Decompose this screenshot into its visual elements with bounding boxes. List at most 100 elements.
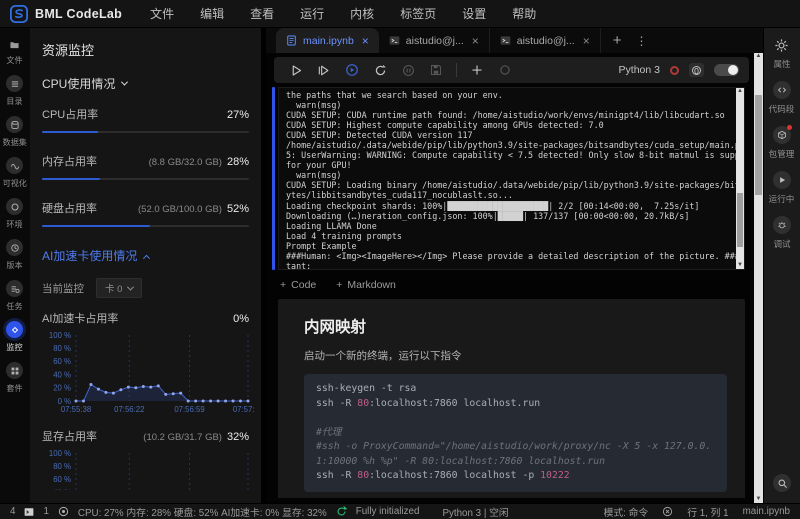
toggle-knob [728, 65, 738, 75]
wave-icon [6, 157, 24, 174]
memory-meter-detail: (8.8 GB/32.0 GB) [148, 157, 222, 168]
main-menu: 文件 编辑 查看 运行 内核 标签页 设置 帮助 [150, 5, 536, 22]
tool-item-snippet[interactable]: 代码段 [768, 81, 795, 115]
kernel-status[interactable]: Python 3 | 空闲 [442, 505, 508, 519]
code-line: #代理 [316, 426, 715, 441]
run-all-button[interactable] [310, 59, 338, 81]
output-scrollbar-thumb[interactable] [737, 192, 743, 248]
vram-detail: (10.2 GB/31.7 GB) [143, 432, 222, 443]
menu-item-5[interactable]: 标签页 [400, 5, 436, 22]
scroll-up-icon[interactable]: ▲ [736, 88, 744, 95]
svg-text:60 %: 60 % [53, 475, 71, 484]
notebook-scroll-area[interactable]: the paths that we search based on your e… [266, 86, 763, 498]
output-scrollbar[interactable]: ▲ ▼ [736, 88, 744, 269]
right-tool-bar: 属性代码段包管理运行中调试 [763, 28, 800, 503]
add-cell-button[interactable] [463, 59, 491, 81]
svg-text:80 %: 80 % [53, 462, 71, 471]
sidebar-item-environment[interactable]: 环境 [6, 198, 24, 230]
menu-item-3[interactable]: 运行 [300, 5, 324, 22]
tool-item-package[interactable]: 包管理 [768, 125, 795, 160]
memory-progress-track [42, 178, 249, 180]
tab-label: aistudio@j... [516, 34, 575, 47]
sidebar-item-monitor[interactable]: 监控 [6, 321, 24, 353]
cpu-section-header[interactable]: CPU使用情况 [42, 75, 249, 92]
workspace: 文件 目录 数据集 可视化 环境 版本 任务 监控 套件 资源监控 CPU使用情况 CPU占用率… [0, 28, 800, 503]
card-select-dropdown[interactable]: 卡 0 [96, 278, 143, 298]
add-code-cell-button[interactable]: Code [280, 279, 316, 291]
menu-item-2[interactable]: 查看 [250, 5, 274, 22]
tool-item-running[interactable]: 运行中 [768, 171, 795, 205]
code-token: :localhost:7860 localhost.run [369, 397, 541, 409]
sidebar-item-version[interactable]: 版本 [6, 239, 24, 271]
cursor-position[interactable]: 行 1, 列 1 [687, 505, 728, 519]
number-token: 80 [357, 470, 370, 481]
editor-mode[interactable]: 模式: 命令 [604, 505, 649, 519]
close-icon[interactable]: × [362, 34, 369, 48]
add-markdown-cell-button[interactable]: Markdown [336, 279, 395, 291]
tab-bar-actions: + ⋮ [601, 28, 648, 53]
sidebar-item-label: 套件 [6, 383, 24, 393]
svg-text:07:55:38: 07:55:38 [61, 405, 91, 414]
menu-item-4[interactable]: 内核 [350, 5, 374, 22]
menu-item-0[interactable]: 文件 [150, 5, 174, 22]
scroll-up-icon[interactable]: ▲ [754, 53, 763, 60]
active-filename[interactable]: main.ipynb [743, 506, 790, 517]
menu-item-6[interactable]: 设置 [462, 5, 486, 22]
run-cell-button[interactable] [282, 59, 310, 81]
bml-logo-icon [10, 4, 28, 23]
terminal-icon [24, 507, 34, 517]
sidebar-item-suite[interactable]: 套件 [6, 362, 24, 394]
restart-kernel-button[interactable] [366, 59, 394, 81]
tab-aistudio-j---[interactable]: aistudio@j... × [379, 28, 490, 53]
notebook-scrollbar[interactable]: ▲ ▼ [754, 53, 763, 503]
scroll-down-icon[interactable]: ▼ [736, 262, 744, 269]
tool-item-search[interactable] [773, 474, 791, 492]
tab-main-ipynb[interactable]: main.ipynb × [276, 28, 379, 53]
tool-item-debug[interactable]: 调试 [772, 216, 791, 250]
tab-aistudio-j---[interactable]: aistudio@j... × [490, 28, 601, 53]
code-line: #ssh -o ProxyCommand="/home/aistudio/wor… [316, 440, 715, 469]
tool-item-gear[interactable]: 属性 [773, 36, 791, 70]
resource-usage-summary[interactable]: CPU: 27% 内存: 28% 硬盘: 52% AI加速卡: 0% 显存: 3… [78, 505, 327, 519]
kernel-busy-indicator [670, 65, 679, 75]
new-tab-button[interactable]: + [613, 33, 622, 48]
kernel-badge[interactable]: 0 [689, 63, 704, 77]
sidebar-item-dataset[interactable]: 数据集 [2, 116, 28, 148]
pause-kernel-button[interactable] [394, 59, 422, 81]
markdown-cell[interactable]: 内网映射 启动一个新的终端，运行以下指令 ssh-keygen -t rsa ss… [278, 299, 745, 498]
menu-item-1[interactable]: 编辑 [200, 5, 224, 22]
sidebar-item-tasks[interactable]: 任务 [6, 280, 24, 312]
gpu-util-value: 0% [233, 313, 249, 325]
close-icon[interactable]: × [472, 34, 479, 48]
kernel-count[interactable]: 1 [43, 506, 48, 517]
ai-card-section-header[interactable]: AI加速卡使用情况 [42, 247, 249, 264]
notebook-scrollbar-thumb[interactable] [755, 95, 762, 195]
restart-run-button[interactable] [338, 59, 366, 81]
sidebar-item-list[interactable]: 目录 [6, 75, 24, 107]
init-status[interactable]: Fully initialized [356, 506, 420, 517]
bml-codelab-window: BML CodeLab 文件 编辑 查看 运行 内核 标签页 设置 帮助 文件目录数据集可视化… [0, 0, 800, 519]
notifications-icon[interactable] [662, 506, 673, 517]
tab-options-icon[interactable]: ⋮ [635, 34, 647, 48]
svg-text:20 %: 20 % [53, 384, 71, 393]
notebook-area: main.ipynb × aistudio@j... × aistudio@j... × +… [266, 28, 763, 503]
simple-mode-toggle[interactable] [714, 64, 739, 76]
kernel-name[interactable]: Python 3 [619, 64, 660, 76]
cell-insert-actions: Code Markdown [272, 270, 745, 299]
sidebar-item-folder[interactable]: 文件 [6, 38, 23, 66]
initialized-icon [336, 506, 347, 517]
save-button[interactable] [422, 59, 450, 81]
disk-progress-fill [42, 225, 150, 227]
sidebar-item-wave[interactable]: 可视化 [2, 157, 28, 189]
close-icon[interactable]: × [583, 34, 590, 48]
app-logo: BML CodeLab [10, 4, 122, 23]
menu-item-7[interactable]: 帮助 [512, 5, 536, 22]
svg-text:60 %: 60 % [53, 357, 71, 366]
gpu-util-header: AI加速卡占用率 0% [42, 310, 249, 326]
tab-label: aistudio@j... [405, 34, 464, 47]
sidebar-item-label: 可视化 [2, 178, 28, 188]
scroll-down-icon[interactable]: ▼ [754, 496, 763, 503]
terminal-count[interactable]: 4 [10, 506, 15, 517]
code-cell-output[interactable]: the paths that we search based on your e… [272, 87, 745, 270]
interrupt-button[interactable] [491, 59, 519, 81]
